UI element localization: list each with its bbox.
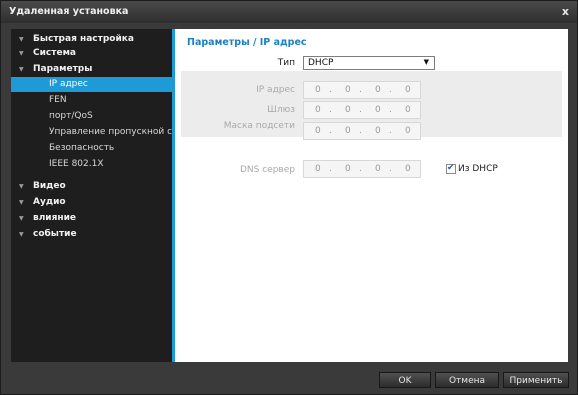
tree-item-ieee-8021x[interactable]: IEEE 802.1X [11, 157, 172, 172]
ip-dot: . [329, 85, 332, 95]
ip-octet: 0 [345, 126, 351, 136]
ip-dot: . [389, 126, 392, 136]
gateway-field[interactable]: 0 . 0 . 0 . 0 [303, 101, 421, 119]
tree-item-label: Видео [33, 181, 66, 191]
tree-item-label: событие [33, 229, 77, 239]
ip-octet: 0 [405, 105, 411, 115]
ip-dot: . [359, 126, 362, 136]
gateway-label: Шлюз [267, 105, 295, 115]
remote-setup-dialog: Удаленная установка x ▼ Быстрая настройк… [0, 0, 578, 395]
type-select[interactable]: DHCP ▼ [303, 56, 435, 70]
ip-dot: . [359, 164, 362, 174]
tree-item-label: Безопасность [49, 143, 115, 153]
chevron-down-icon: ▼ [423, 58, 429, 66]
type-label: Тип [277, 58, 295, 68]
expand-triangle-icon: ▼ [19, 50, 24, 57]
from-dhcp-checkbox[interactable]: ✔ [446, 163, 456, 174]
tree-item-security[interactable]: Безопасность [11, 141, 172, 156]
ip-dot: . [389, 164, 392, 174]
ip-octet: 0 [375, 85, 381, 95]
expand-triangle-icon: ▼ [19, 66, 24, 73]
tree-item-label: влияние [33, 213, 77, 223]
type-select-value: DHCP [308, 58, 334, 68]
ip-octet: 0 [405, 85, 411, 95]
tree-item-fen[interactable]: FEN [11, 93, 172, 108]
tree-item-label: порт/QoS [49, 111, 93, 121]
ip-dot: . [389, 85, 392, 95]
tree-item-label: FEN [49, 95, 67, 105]
dns-server-field[interactable]: 0 . 0 . 0 . 0 [303, 160, 421, 178]
tree-item-label: Быстрая настройка [33, 34, 134, 44]
ip-octet: 0 [315, 164, 321, 174]
tree-item-label: Управление пропускной спо [49, 127, 172, 137]
tree-item-label: IEEE 802.1X [49, 159, 104, 169]
tree-item-label: Система [33, 48, 76, 58]
tree-item-port-qos[interactable]: порт/QoS [11, 109, 172, 124]
title-bar[interactable]: Удаленная установка x [1, 1, 577, 23]
ip-dot: . [329, 105, 332, 115]
tree-item-label: Параметры [33, 64, 93, 74]
tree-item-label: IP адрес [49, 79, 88, 89]
tree-item-event[interactable]: ▼ событие [11, 227, 172, 242]
checkmark-icon: ✔ [447, 163, 455, 173]
expand-triangle-icon: ▼ [19, 215, 24, 222]
dns-server-label: DNS сервер [240, 165, 295, 175]
expand-triangle-icon: ▼ [19, 183, 24, 190]
expand-triangle-icon: ▼ [19, 231, 24, 238]
page-title: Параметры / IP адрес [187, 37, 307, 48]
ip-octet: 0 [375, 164, 381, 174]
ip-octet: 0 [315, 85, 321, 95]
tree-item-influence[interactable]: ▼ влияние [11, 211, 172, 226]
settings-panel: Параметры / IP адрес Тип DHCP ▼ IP адрес… [175, 29, 568, 362]
tree-item-label: Аудио [33, 197, 66, 207]
ip-octet: 0 [405, 126, 411, 136]
expand-triangle-icon: ▼ [19, 36, 24, 43]
ok-button[interactable]: OK [379, 372, 431, 388]
tree-item-network[interactable]: ▼ Параметры [11, 62, 172, 77]
expand-triangle-icon: ▼ [19, 199, 24, 206]
window-title: Удаленная установка [9, 6, 129, 17]
ip-address-label: IP адрес [256, 85, 295, 95]
tree-item-audio[interactable]: ▼ Аудио [11, 195, 172, 210]
tree-item-quick-setup[interactable]: ▼ Быстрая настройка [11, 32, 172, 47]
ip-dot: . [359, 85, 362, 95]
ip-octet: 0 [375, 126, 381, 136]
ip-octet: 0 [345, 85, 351, 95]
settings-tree: ▼ Быстрая настройка ▼ Система ▼ Параметр… [11, 29, 172, 362]
apply-button[interactable]: Применить [503, 372, 569, 388]
from-dhcp-label: Из DHCP [458, 164, 498, 174]
ip-octet: 0 [375, 105, 381, 115]
ip-octet: 0 [345, 105, 351, 115]
ip-dot: . [329, 164, 332, 174]
tree-item-bandwidth[interactable]: Управление пропускной спо [11, 125, 172, 140]
ip-dot: . [359, 105, 362, 115]
cancel-button[interactable]: Отмена [435, 372, 499, 388]
subnet-mask-label: Маска подсети [223, 121, 295, 131]
ip-dot: . [389, 105, 392, 115]
tree-item-video[interactable]: ▼ Видео [11, 179, 172, 194]
close-button[interactable]: x [562, 5, 569, 18]
tree-item-ip-address[interactable]: IP адрес [11, 77, 172, 92]
ip-dot: . [329, 126, 332, 136]
ip-octet: 0 [345, 164, 351, 174]
tree-item-system[interactable]: ▼ Система [11, 46, 172, 61]
ip-address-field[interactable]: 0 . 0 . 0 . 0 [303, 81, 421, 99]
ip-octet: 0 [315, 126, 321, 136]
ip-octet: 0 [405, 164, 411, 174]
ip-octet: 0 [315, 105, 321, 115]
subnet-mask-field[interactable]: 0 . 0 . 0 . 0 [303, 122, 421, 140]
